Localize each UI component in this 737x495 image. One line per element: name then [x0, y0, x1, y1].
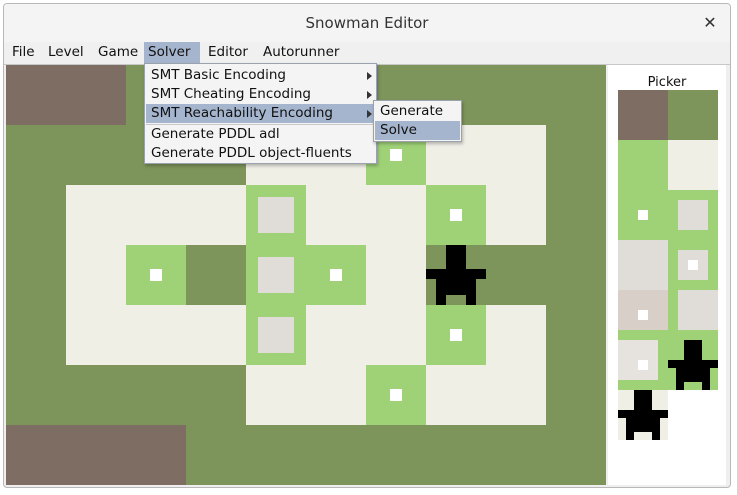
menu-bar: File Level Game Solver Editor Autorunner: [4, 42, 730, 65]
menu-file[interactable]: File: [8, 42, 39, 64]
picker-wall-tile[interactable]: [618, 90, 668, 140]
snowball-small: [450, 209, 462, 221]
title-bar: Snowman Editor ✕: [4, 4, 730, 43]
menu-item-solve[interactable]: Solve: [375, 121, 460, 140]
picker-grass-tile[interactable]: [668, 90, 718, 140]
menu-autorunner[interactable]: Autorunner: [259, 42, 343, 64]
picker-snow-ball-tile[interactable]: [668, 190, 718, 240]
player-character[interactable]: [426, 245, 486, 305]
menu-editor[interactable]: Editor: [204, 42, 252, 64]
menu-solver[interactable]: Solver: [144, 42, 200, 64]
snowball-large: [258, 257, 294, 293]
reachability-submenu: Generate Solve: [373, 100, 462, 142]
picker-label: Picker: [647, 75, 687, 90]
menu-game[interactable]: Game: [94, 42, 142, 64]
menu-item-pddl-object-fluents[interactable]: Generate PDDL object-fluents: [146, 144, 375, 163]
menu-item-smt-basic[interactable]: SMT Basic Encoding: [146, 66, 375, 85]
solver-dropdown: SMT Basic Encoding SMT Cheating Encoding…: [144, 63, 377, 164]
wall-tile[interactable]: [6, 425, 186, 485]
picker-large-ball-tile[interactable]: [618, 240, 668, 290]
picker-ball-stack-tile[interactable]: [618, 290, 668, 340]
picker-grass-ball-tile[interactable]: [668, 290, 718, 340]
menu-item-label: SMT Cheating Encoding: [151, 86, 311, 102]
snowball-small: [450, 329, 462, 341]
close-icon[interactable]: ✕: [698, 11, 722, 35]
grass-tile[interactable]: [186, 245, 246, 305]
snowball-small: [150, 269, 162, 281]
submenu-arrow-icon: [367, 91, 372, 99]
snowball-large: [258, 317, 294, 353]
menu-item-label: Generate PDDL adl: [151, 126, 280, 142]
submenu-arrow-icon: [367, 72, 372, 80]
menu-item-generate[interactable]: Generate: [375, 102, 460, 121]
picker-light-grass-tile[interactable]: [618, 140, 668, 190]
snowball-small: [390, 389, 402, 401]
snowball-large: [258, 197, 294, 233]
picker-snow-ball-grass-tile[interactable]: [618, 340, 668, 390]
menu-item-pddl-adl[interactable]: Generate PDDL adl: [146, 125, 375, 144]
menu-item-label: SMT Reachability Encoding: [151, 105, 333, 121]
picker-grass-snowball-tile[interactable]: [618, 190, 668, 240]
picker-panel: Picker: [606, 65, 728, 485]
picker-ball-grass-tile[interactable]: [668, 240, 718, 290]
menu-item-smt-reachability[interactable]: SMT Reachability Encoding: [146, 104, 375, 123]
picker-player-grass-tile[interactable]: [668, 340, 718, 390]
snow-tile[interactable]: [66, 245, 126, 305]
app-window: Snowman Editor ✕ File Level Game Solver …: [3, 3, 731, 488]
menu-level[interactable]: Level: [44, 42, 88, 64]
menu-item-label: SMT Basic Encoding: [151, 67, 286, 83]
snowball-small: [330, 269, 342, 281]
picker-background: Picker: [608, 65, 726, 485]
submenu-arrow-icon: [367, 110, 372, 118]
menu-item-label: Generate PDDL object-fluents: [151, 145, 352, 161]
window-title: Snowman Editor: [305, 14, 429, 32]
wall-tile[interactable]: [6, 65, 126, 125]
menu-item-smt-cheating[interactable]: SMT Cheating Encoding: [146, 85, 375, 104]
picker-snow-tile[interactable]: [668, 140, 718, 190]
snowball-small: [390, 149, 402, 161]
picker-player-snow-tile[interactable]: [618, 390, 668, 440]
